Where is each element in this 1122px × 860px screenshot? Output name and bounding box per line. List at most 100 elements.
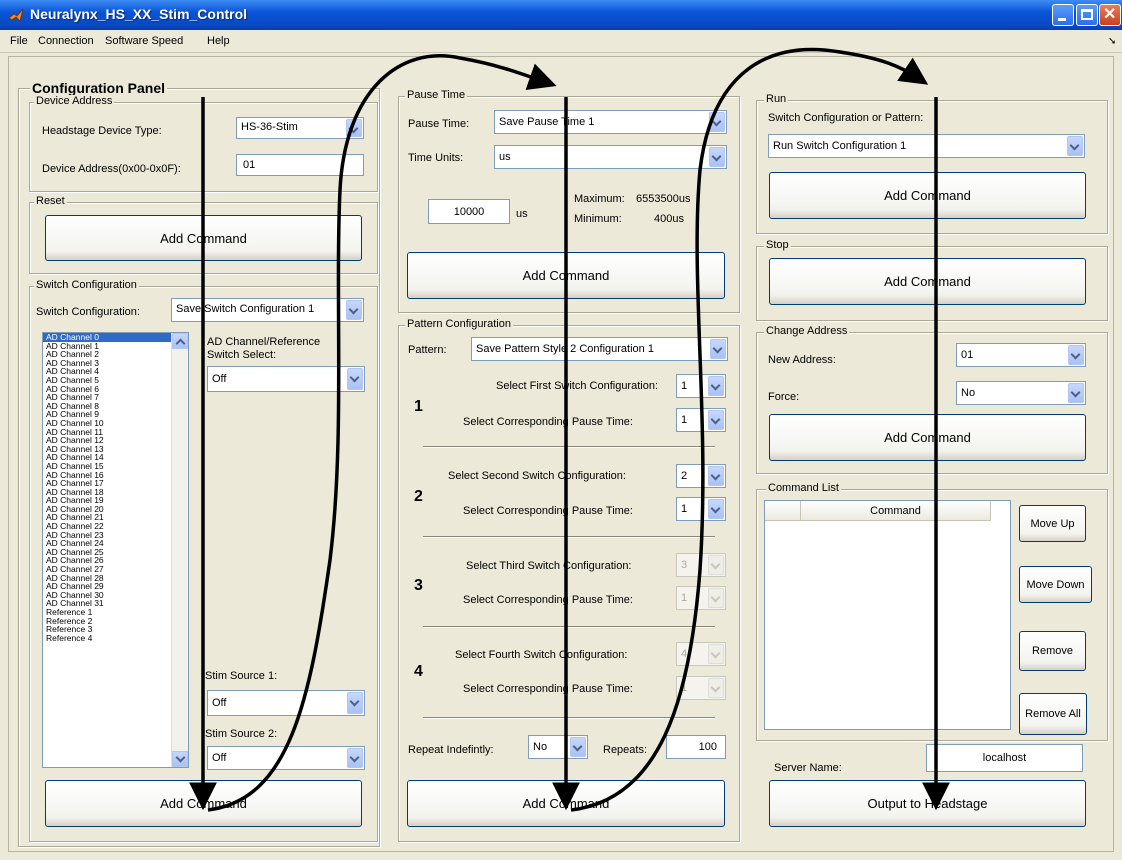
first-switch-dropdown[interactable]: 1 — [676, 374, 726, 398]
list-item[interactable]: Reference 4 — [43, 634, 188, 643]
second-switch-value: 2 — [681, 470, 688, 482]
stim-source-2-value: Off — [212, 752, 227, 764]
new-address-label: New Address: — [768, 354, 836, 366]
remove-button[interactable]: Remove — [1019, 631, 1086, 671]
chevron-down-icon — [709, 147, 725, 167]
second-switch-dropdown[interactable]: 2 — [676, 464, 726, 488]
reset-add-command-button[interactable]: Add Command — [45, 215, 362, 261]
first-pause-dropdown[interactable]: 1 — [676, 408, 726, 432]
pause-time-value: Save Pause Time 1 — [499, 116, 595, 128]
chevron-down-icon — [1068, 383, 1084, 403]
maximize-button[interactable] — [1076, 4, 1098, 26]
close-button[interactable]: ✕ — [1099, 4, 1121, 26]
scroll-up-button[interactable] — [172, 333, 188, 349]
chevron-down-icon — [570, 737, 586, 757]
minimize-button[interactable] — [1052, 4, 1074, 26]
menu-connection[interactable]: Connection — [38, 35, 94, 47]
divider — [423, 446, 715, 448]
repeat-indefinitely-dropdown[interactable]: No — [528, 735, 588, 759]
stim-source-2-dropdown[interactable]: Off — [207, 746, 365, 770]
second-pause-dropdown[interactable]: 1 — [676, 497, 726, 521]
listbox-scrollbar[interactable] — [171, 333, 188, 767]
chevron-down-icon — [347, 748, 363, 768]
run-add-command-button[interactable]: Add Command — [769, 172, 1086, 219]
chevron-down-icon — [709, 112, 725, 132]
time-units-value: us — [499, 151, 511, 163]
new-address-value: 01 — [961, 349, 974, 361]
minimum-value: 400us — [654, 213, 684, 225]
divider — [423, 626, 715, 628]
maximum-label: Maximum: — [574, 193, 625, 205]
command-list-legend: Command List — [766, 482, 841, 494]
fourth-pause-label: Select Corresponding Pause Time: — [463, 683, 633, 695]
pause-add-command-button[interactable]: Add Command — [407, 252, 725, 299]
minimize-icon — [1058, 18, 1066, 21]
command-column-header[interactable]: Command — [801, 501, 991, 521]
menu-software-speed[interactable]: Software Speed — [105, 35, 183, 47]
channel-listbox[interactable]: AD Channel 0 AD Channel 1 AD Channel 2 AD C… — [42, 332, 189, 768]
divider — [423, 717, 715, 719]
switch-select-dropdown[interactable]: Off — [207, 366, 365, 392]
divider — [423, 536, 715, 538]
move-up-button[interactable]: Move Up — [1019, 505, 1086, 542]
device-address-group — [29, 102, 378, 192]
stop-add-command-button[interactable]: Add Command — [769, 258, 1086, 305]
time-units-dropdown[interactable]: us — [494, 145, 727, 169]
remove-all-button[interactable]: Remove All — [1019, 693, 1087, 735]
chevron-down-icon — [708, 466, 724, 486]
pattern-configuration-group — [398, 325, 740, 842]
maximum-value: 6553500us — [636, 193, 691, 205]
menu-file[interactable]: File — [10, 35, 28, 47]
output-to-headstage-button[interactable]: Output to Headstage — [769, 780, 1086, 827]
fourth-switch-label: Select Fourth Switch Configuration: — [455, 649, 628, 661]
command-table[interactable]: Command — [764, 500, 1011, 730]
third-switch-dropdown[interactable]: 3 — [676, 553, 726, 577]
chevron-down-icon — [708, 588, 724, 608]
time-units-label: Time Units: — [408, 152, 464, 164]
third-switch-label: Select Third Switch Configuration: — [466, 560, 632, 572]
second-pause-label: Select Corresponding Pause Time: — [463, 505, 633, 517]
menu-help[interactable]: Help — [207, 35, 230, 47]
fourth-switch-dropdown[interactable]: 4 — [676, 642, 726, 666]
switch-configuration-value: Save Switch Configuration 1 — [176, 303, 315, 315]
change-address-add-command-button[interactable]: Add Command — [769, 414, 1086, 461]
first-switch-value: 1 — [681, 380, 688, 392]
pattern-label: Pattern: — [408, 344, 447, 356]
repeat-indefinitely-value: No — [533, 741, 548, 753]
pattern-dropdown[interactable]: Save Pattern Style 2 Configuration 1 — [471, 337, 728, 361]
repeats-input[interactable]: 100 — [666, 735, 726, 759]
first-pause-value: 1 — [681, 414, 688, 426]
fourth-pause-dropdown[interactable]: 1 — [676, 676, 726, 700]
window-title: Neuralynx_HS_XX_Stim_Control — [30, 6, 248, 22]
run-dropdown[interactable]: Run Switch Configuration 1 — [768, 134, 1085, 158]
change-address-legend: Change Address — [764, 325, 850, 337]
device-type-dropdown[interactable]: HS-36-Stim — [236, 117, 364, 139]
move-down-button[interactable]: Move Down — [1019, 566, 1092, 603]
run-value: Run Switch Configuration 1 — [773, 140, 907, 152]
chevron-up-icon — [175, 338, 186, 349]
stim-source-1-dropdown[interactable]: Off — [207, 690, 365, 716]
new-address-dropdown[interactable]: 01 — [956, 343, 1086, 367]
pattern-configuration-legend: Pattern Configuration — [405, 318, 513, 330]
device-address-legend: Device Address — [34, 95, 115, 107]
chevron-down-icon — [708, 410, 724, 430]
pause-time-dropdown[interactable]: Save Pause Time 1 — [494, 110, 727, 134]
third-switch-value: 3 — [681, 559, 688, 571]
third-pause-value: 1 — [681, 592, 688, 604]
run-label: Switch Configuration or Pattern: — [768, 112, 924, 124]
pause-time-input[interactable]: 10000 — [428, 199, 510, 224]
force-dropdown[interactable]: No — [956, 381, 1086, 405]
third-pause-dropdown[interactable]: 1 — [676, 586, 726, 610]
device-address-input[interactable]: 01 — [236, 154, 364, 176]
menu-overflow-icon[interactable]: ➘ — [1108, 36, 1116, 47]
pause-time-label: Pause Time: — [408, 118, 470, 130]
device-address-label: Device Address(0x00-0x0F): — [42, 163, 181, 175]
second-pause-value: 1 — [681, 503, 688, 515]
stop-legend: Stop — [764, 239, 791, 251]
scroll-down-button[interactable] — [172, 751, 188, 767]
switch-add-command-button[interactable]: Add Command — [45, 780, 362, 827]
stim-source-1-value: Off — [212, 697, 227, 709]
pattern-add-command-button[interactable]: Add Command — [407, 780, 725, 827]
server-name-input[interactable]: localhost — [926, 744, 1083, 772]
switch-configuration-dropdown[interactable]: Save Switch Configuration 1 — [171, 298, 364, 322]
